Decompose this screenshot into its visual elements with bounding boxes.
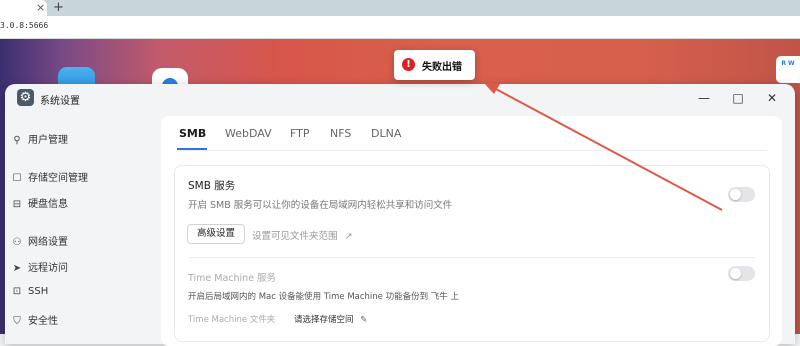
annotation-arrow-head bbox=[484, 83, 500, 94]
annotation-arrow-line bbox=[493, 87, 723, 211]
error-toast: ! 失败出错 bbox=[394, 50, 475, 80]
error-toast-text: 失败出错 bbox=[422, 62, 462, 73]
error-icon: ! bbox=[402, 58, 415, 71]
